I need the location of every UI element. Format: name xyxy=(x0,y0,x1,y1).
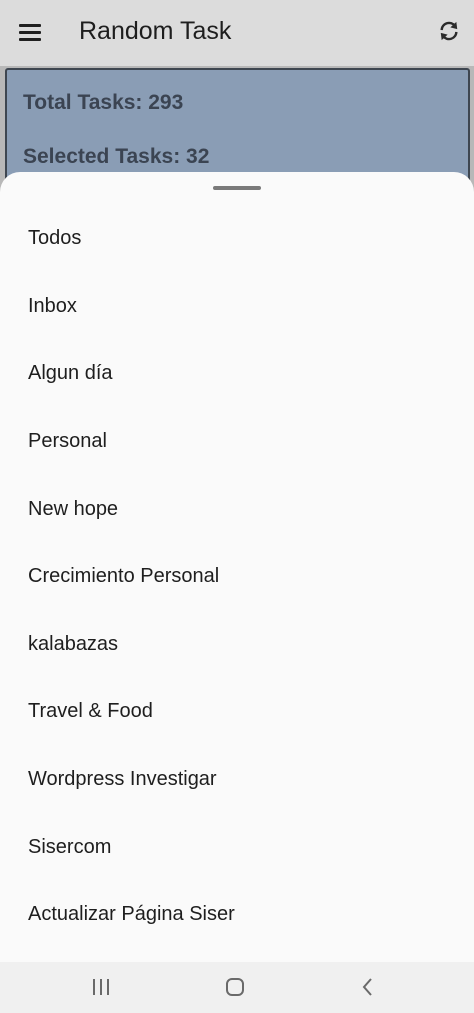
list-item[interactable]: Personal xyxy=(0,408,474,476)
back-icon xyxy=(362,978,372,996)
bottom-sheet: Todos Inbox Algun día Personal New hope Creci… xyxy=(0,172,474,962)
list-item[interactable]: Travel & Food xyxy=(0,678,474,746)
list-item[interactable]: New hope xyxy=(0,475,474,543)
home-button[interactable] xyxy=(220,974,250,1000)
recent-apps-button[interactable] xyxy=(86,974,116,1000)
total-tasks-label: Total Tasks: 293 xyxy=(23,91,184,114)
selected-tasks-label: Selected Tasks: 32 xyxy=(23,145,210,168)
hamburger-menu-icon[interactable] xyxy=(19,24,41,42)
list-item[interactable]: Actualizar Página Siser xyxy=(0,881,474,949)
screen: Random Task Total Tasks: 293 Selected Ta… xyxy=(0,0,474,1013)
refresh-icon[interactable] xyxy=(438,20,460,42)
list-item[interactable]: Algun día xyxy=(0,340,474,408)
project-list: Todos Inbox Algun día Personal New hope Creci… xyxy=(0,205,474,949)
app-bar: Random Task xyxy=(0,0,474,66)
recent-apps-icon xyxy=(93,979,109,995)
system-nav-bar xyxy=(0,962,474,1013)
home-icon xyxy=(226,978,244,996)
drag-handle[interactable] xyxy=(213,186,261,190)
list-item[interactable]: Sisercom xyxy=(0,813,474,881)
list-item[interactable]: Wordpress Investigar xyxy=(0,746,474,814)
list-item[interactable]: kalabazas xyxy=(0,611,474,679)
list-item[interactable]: Inbox xyxy=(0,273,474,341)
back-button[interactable] xyxy=(353,974,383,1000)
app-title: Random Task xyxy=(79,17,232,45)
list-item[interactable]: Todos xyxy=(0,205,474,273)
list-item[interactable]: Crecimiento Personal xyxy=(0,543,474,611)
